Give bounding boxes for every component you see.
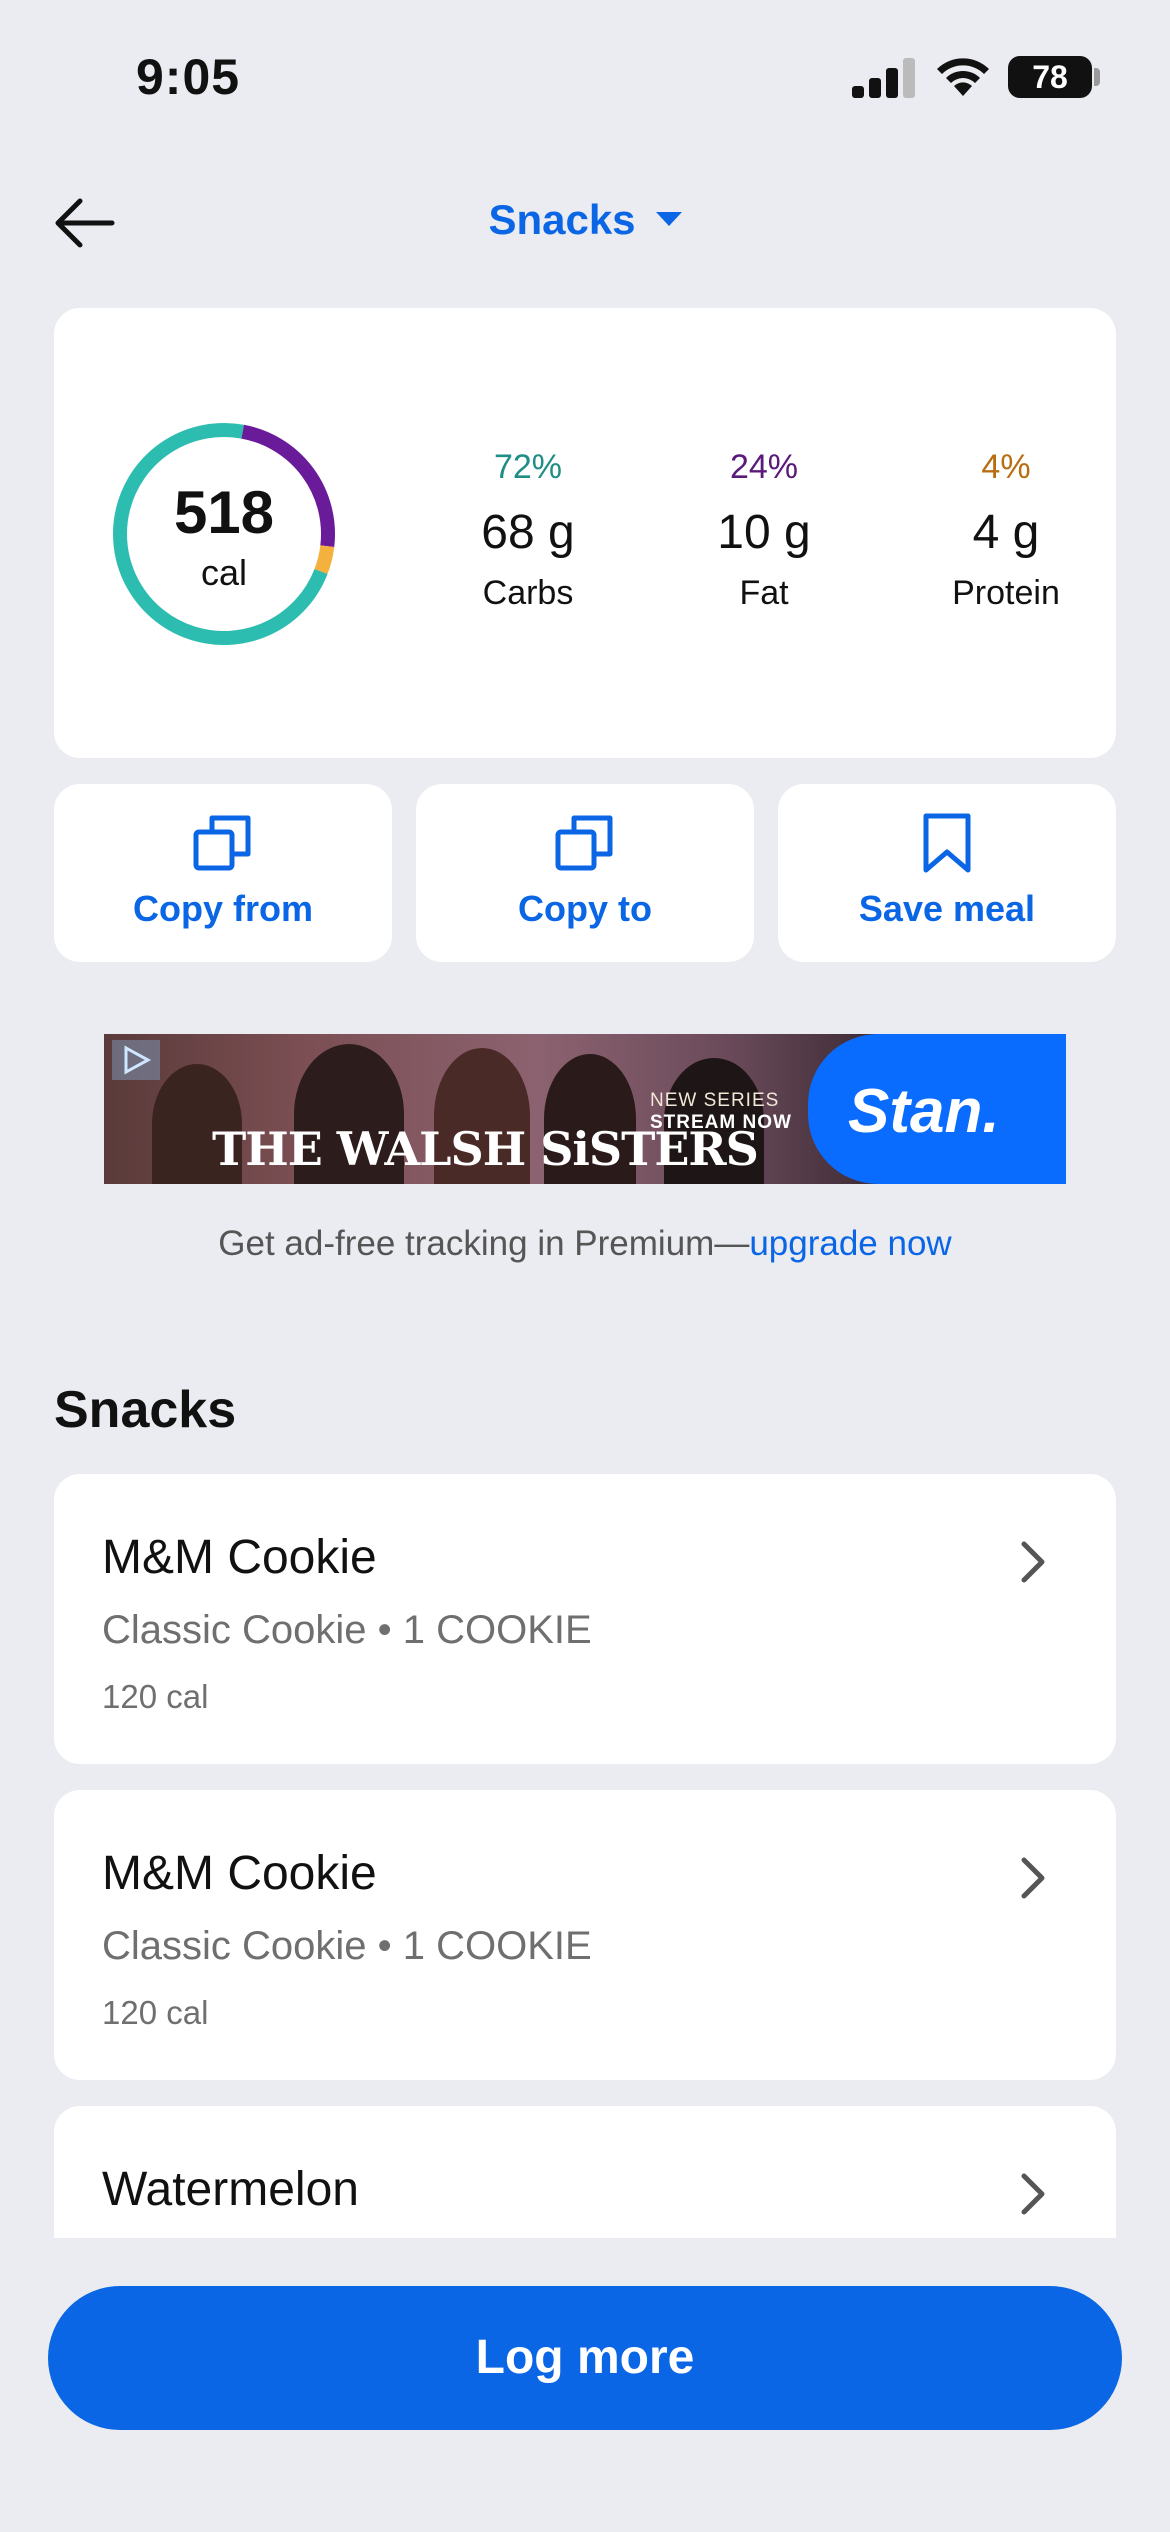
macro-protein: 4% 4 g Protein bbox=[906, 448, 1106, 613]
status-time: 9:05 bbox=[136, 49, 241, 105]
status-bar: 9:05 78 bbox=[0, 0, 1170, 150]
ad-stream-now: STREAM NOW bbox=[650, 1112, 792, 1133]
macro-carbs-grams: 68 g bbox=[481, 506, 575, 559]
ad-brand-logo: Stan. bbox=[848, 1077, 1000, 1146]
food-item[interactable]: M&M Cookie Classic Cookie • 1 COOKIE 120… bbox=[54, 1790, 1116, 2080]
copy-icon bbox=[193, 815, 251, 871]
ad-free-note-text: Get ad-free tracking in Premium— bbox=[218, 1224, 750, 1263]
macro-carbs-percent: 72% bbox=[493, 448, 563, 486]
macro-carbs: 72% 68 g Carbs bbox=[428, 448, 628, 613]
meal-selector[interactable]: Snacks bbox=[0, 196, 1170, 244]
save-meal-button[interactable]: Save meal bbox=[778, 784, 1116, 962]
food-calories: 120 cal bbox=[102, 1994, 209, 2031]
food-calories: 120 cal bbox=[102, 1678, 209, 1715]
macro-protein-label: Protein bbox=[952, 574, 1060, 612]
chevron-right-icon bbox=[1021, 2173, 1045, 2215]
macro-protein-grams: 4 g bbox=[972, 506, 1040, 559]
food-item[interactable]: M&M Cookie Classic Cookie • 1 COOKIE 120… bbox=[54, 1474, 1116, 1764]
calorie-total: 518 bbox=[173, 479, 275, 546]
food-name: Watermelon bbox=[102, 2163, 359, 2216]
bookmark-icon bbox=[923, 813, 971, 873]
chevron-right-icon bbox=[1021, 1541, 1045, 1583]
food-item[interactable]: Watermelon bbox=[54, 2106, 1116, 2238]
cellular-signal-icon bbox=[852, 58, 915, 98]
copy-to-button[interactable]: Copy to bbox=[416, 784, 754, 962]
macro-fat-label: Fat bbox=[739, 574, 789, 612]
food-description: Classic Cookie • 1 COOKIE bbox=[102, 1608, 592, 1652]
wifi-icon bbox=[937, 58, 989, 96]
save-meal-label: Save meal bbox=[858, 888, 1036, 929]
food-list: M&M Cookie Classic Cookie • 1 COOKIE 120… bbox=[0, 1400, 1170, 2238]
food-description: Classic Cookie • 1 COOKIE bbox=[102, 1924, 592, 1968]
copy-from-button[interactable]: Copy from bbox=[54, 784, 392, 962]
caret-down-icon bbox=[655, 211, 682, 226]
calorie-unit: cal bbox=[200, 552, 248, 593]
macro-fat-grams: 10 g bbox=[717, 506, 811, 559]
nutrition-summary-card: 518 cal 72% 68 g Carbs 24% 10 g Fat 4% 4… bbox=[54, 308, 1116, 758]
macro-protein-percent: 4% bbox=[981, 448, 1031, 486]
log-more-button[interactable]: Log more bbox=[48, 2286, 1122, 2430]
meal-selector-label: Snacks bbox=[488, 196, 636, 243]
ad-free-note: Get ad-free tracking in Premium—upgrade … bbox=[0, 1224, 1170, 1264]
ad-new-series: NEW SERIES bbox=[650, 1090, 780, 1111]
macro-fat-percent: 24% bbox=[729, 448, 799, 486]
ad-choices-icon[interactable] bbox=[112, 1040, 160, 1080]
macro-fat: 24% 10 g Fat bbox=[664, 448, 864, 613]
chevron-right-icon bbox=[1021, 1857, 1045, 1899]
ad-banner[interactable]: THE WALSH SiSTERS NEW SERIES STREAM NOW … bbox=[104, 1034, 1066, 1184]
copy-from-label: Copy from bbox=[133, 888, 313, 929]
battery-tip bbox=[1094, 68, 1100, 86]
copy-to-label: Copy to bbox=[518, 888, 652, 929]
macro-carbs-label: Carbs bbox=[482, 574, 574, 612]
battery-level: 78 bbox=[1008, 56, 1092, 98]
copy-icon bbox=[555, 815, 613, 871]
food-name: M&M Cookie bbox=[102, 1847, 377, 1900]
food-name: M&M Cookie bbox=[102, 1531, 377, 1584]
upgrade-now-link[interactable]: upgrade now bbox=[749, 1224, 951, 1263]
